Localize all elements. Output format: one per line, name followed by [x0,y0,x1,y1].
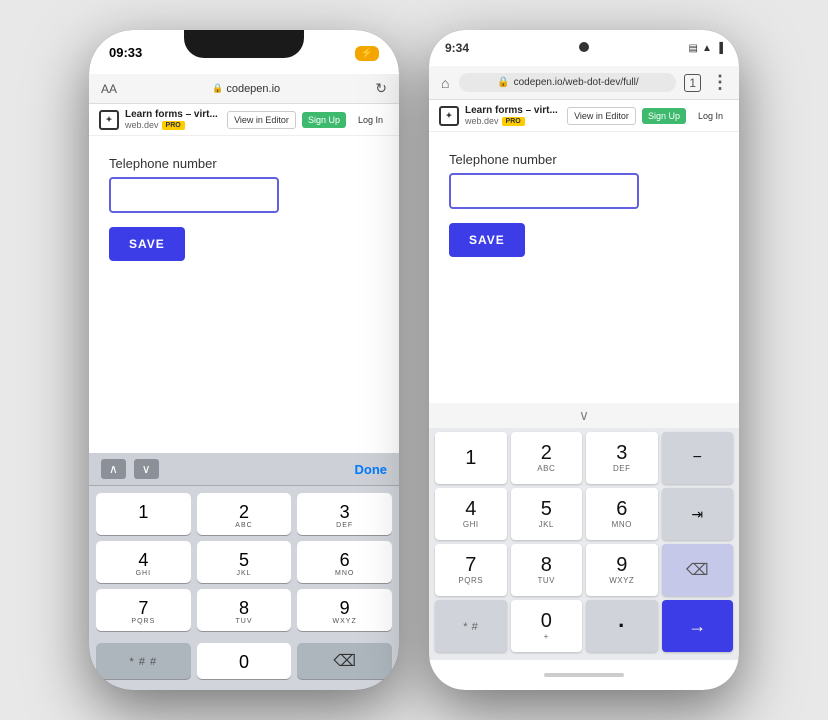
browser-chrome-left: AA 🔒 codepen.io ↻ [89,74,399,104]
key-4[interactable]: 4 GHI [96,541,191,583]
keyboard-done[interactable]: Done [355,462,388,477]
key-2-android[interactable]: 2 ABC [511,432,583,484]
aa-text-left[interactable]: AA [101,82,117,96]
pro-badge-left: PRO [162,121,185,130]
camera-dot [579,42,589,52]
key-6[interactable]: 6 MNO [297,541,392,583]
home-icon-right[interactable]: ⌂ [439,73,451,93]
key-9-android[interactable]: 9 WXYZ [586,544,658,596]
key-2[interactable]: 2 ABC [197,493,292,535]
key-1[interactable]: 1 [96,493,191,535]
chevron-down-area[interactable]: ∨ [429,403,739,428]
key-backspace-android[interactable]: ⌫ [662,544,734,596]
kb-row-4-android: * # 0 + · → [433,600,735,652]
view-in-editor-right[interactable]: View in Editor [567,107,636,125]
right-phone: 9:34 ▤ ▲ ▐ ⌂ 🔒 codepen.io/web-dot-dev/fu… [429,30,739,690]
lock-icon-right: 🔒 [497,77,509,88]
content-area-right: Telephone number SAVE [429,132,739,403]
save-button-right[interactable]: SAVE [449,223,525,257]
codepen-info-right: Learn forms – virt... web.dev PRO [465,105,561,126]
status-icons-left: ⚡ [355,43,379,61]
keyboard-arrows: ∧ ∨ [101,459,159,479]
kb-row-3-android: 7 PQRS 8 TUV 9 WXYZ ⌫ [433,544,735,596]
address-bar-left[interactable]: 🔒 codepen.io [125,83,367,95]
key-1-android[interactable]: 1 [435,432,507,484]
key-minus-android[interactable]: − [662,432,734,484]
view-in-editor-left[interactable]: View in Editor [227,111,296,129]
key-tab-android[interactable]: ⇥ [662,488,734,540]
codepen-info-left: Learn forms – virt... web.dev PRO [125,109,221,130]
keyboard-grid: 1 2 ABC 3 DEF 4 GHI 5 JKL 6 MNO [89,486,399,638]
codepen-bar-left: ✦ Learn forms – virt... web.dev PRO View… [89,104,399,136]
signup-button-left[interactable]: Sign Up [302,112,346,128]
telephone-input-right[interactable] [449,173,639,209]
codepen-bar-right: ✦ Learn forms – virt... web.dev PRO View… [429,100,739,132]
telephone-label-right: Telephone number [449,152,719,167]
codepen-sub-left: web.dev PRO [125,120,221,130]
key-3-android[interactable]: 3 DEF [586,432,658,484]
battery-icon-right: ▐ [716,43,723,54]
key-0-android[interactable]: 0 + [511,600,583,652]
key-9[interactable]: 9 WXYZ [297,589,392,631]
status-icons-right: ▤ ▲ ▐ [689,43,723,54]
android-nav [429,660,739,690]
codepen-title-right: Learn forms – virt... [465,105,561,116]
key-7-android[interactable]: 7 PQRS [435,544,507,596]
tabs-icon[interactable]: 1 [684,74,701,92]
codepen-sub-right: web.dev PRO [465,116,561,126]
battery-icon-left: ⚡ [355,43,379,61]
reload-button-left[interactable]: ↻ [375,80,387,97]
key-6-android[interactable]: 6 MNO [586,488,658,540]
key-symbols-android[interactable]: * # [435,600,507,652]
wifi-icon: ▲ [702,43,712,54]
keyboard-android: 1 2 ABC 3 DEF − 4 GHI 5 JKL [429,428,739,660]
address-bar-right[interactable]: 🔒 codepen.io/web-dot-dev/full/ [459,73,676,92]
telephone-input-left[interactable] [109,177,279,213]
key-5[interactable]: 5 JKL [197,541,292,583]
signup-button-right[interactable]: Sign Up [642,108,686,124]
codepen-logo-right: ✦ [439,106,459,126]
telephone-label-left: Telephone number [109,156,379,171]
save-button-left[interactable]: SAVE [109,227,185,261]
status-time-left: 09:33 [109,45,142,60]
key-0[interactable]: 0 [197,643,292,679]
left-phone: 09:33 ⚡ AA 🔒 codepen.io ↻ ✦ Learn forms … [89,30,399,690]
sim-icon: ▤ [689,43,698,54]
key-symbols[interactable]: * # # [96,643,191,679]
key-4-android[interactable]: 4 GHI [435,488,507,540]
notch [184,30,304,58]
keyboard-bottom-row: * # # 0 ⌫ [89,638,399,690]
status-bar-right: 9:34 ▤ ▲ ▐ [429,30,739,66]
codepen-title-left: Learn forms – virt... [125,109,221,120]
key-7[interactable]: 7 PQRS [96,589,191,631]
key-delete[interactable]: ⌫ [297,643,392,679]
status-time-right: 9:34 [445,41,469,55]
menu-icon[interactable]: ⋮ [709,70,729,95]
keyboard-toolbar: ∧ ∨ Done [89,453,399,486]
login-button-left[interactable]: Log In [352,112,389,128]
keyboard-ios: ∧ ∨ Done 1 2 ABC 3 DEF 4 GHI 5 [89,453,399,690]
codepen-logo-left: ✦ [99,110,119,130]
kb-row-1-android: 1 2 ABC 3 DEF − [433,432,735,484]
key-5-android[interactable]: 5 JKL [511,488,583,540]
pro-badge-right: PRO [502,117,525,126]
android-home-bar[interactable] [544,673,624,677]
key-8[interactable]: 8 TUV [197,589,292,631]
login-button-right[interactable]: Log In [692,108,729,124]
arrow-down[interactable]: ∨ [134,459,159,479]
android-browser-nav: ⌂ 🔒 codepen.io/web-dot-dev/full/ 1 ⋮ [429,66,739,100]
key-8-android[interactable]: 8 TUV [511,544,583,596]
key-enter-android[interactable]: → [662,600,734,652]
key-3[interactable]: 3 DEF [297,493,392,535]
arrow-up[interactable]: ∧ [101,459,126,479]
lock-icon-left: 🔒 [212,83,223,94]
kb-row-2-android: 4 GHI 5 JKL 6 MNO ⇥ [433,488,735,540]
key-dot-android[interactable]: · [586,600,658,652]
content-area-left: Telephone number SAVE [89,136,399,453]
